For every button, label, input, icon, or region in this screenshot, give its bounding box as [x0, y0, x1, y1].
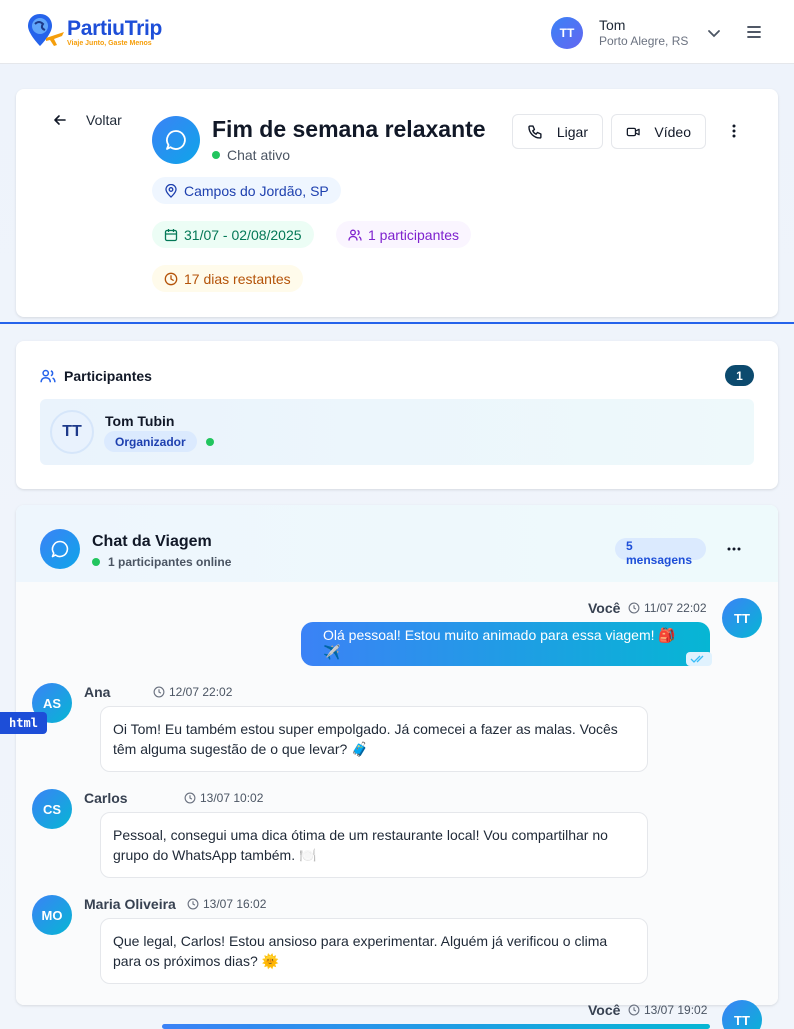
message-circle-icon: [51, 540, 69, 558]
users-icon: [348, 229, 362, 241]
message-avatar: CS: [32, 789, 72, 829]
trip-title: Fim de semana relaxante: [212, 116, 486, 142]
online-count: 1 participantes online: [108, 555, 232, 569]
days-left-label: 17 dias restantes: [184, 270, 291, 287]
section-divider: [0, 322, 794, 324]
message-circle-icon: [166, 130, 186, 150]
location-chip: Campos do Jordão, SP: [152, 177, 341, 204]
clock-icon: [187, 898, 199, 910]
chat-status-label: Chat ativo: [227, 147, 291, 163]
days-left-chip: 17 dias restantes: [152, 265, 303, 292]
phone-icon: [528, 124, 542, 139]
chat-options-icon[interactable]: [726, 541, 742, 557]
message-sender: Carlos S: [84, 790, 128, 808]
participants-label: 1 participantes: [368, 226, 460, 243]
message-sender: Você: [588, 1002, 621, 1018]
message-time: 13/07 19:02: [628, 1003, 707, 1017]
more-options-icon[interactable]: [726, 122, 742, 140]
users-icon: [40, 369, 56, 383]
participants-heading: Participantes: [40, 368, 152, 384]
trip-header-card: Voltar Fim de semana relaxante Chat ativ…: [16, 89, 778, 317]
clock-icon: [628, 602, 640, 614]
message-count-badge: 5 mensagens: [615, 538, 706, 567]
message-bubble[interactable]: Oi Tom! Eu também estou super empolgado.…: [100, 706, 648, 772]
message-sender: Maria Oliveira: [84, 896, 176, 912]
online-dot: [206, 438, 214, 446]
location-label: Campos do Jordão, SP: [184, 182, 329, 199]
read-receipt-icon: [686, 652, 712, 666]
participant-row[interactable]: TT Tom Tubin Organizador: [40, 399, 754, 465]
logo-icon[interactable]: [26, 12, 66, 52]
message-time: 13/07 16:02: [187, 897, 266, 911]
brand-name[interactable]: PartiuTrip: [67, 17, 162, 41]
trip-chat-icon: [152, 116, 200, 164]
chevron-down-icon[interactable]: [706, 25, 722, 41]
message-time: 13/07 10:02: [184, 791, 263, 805]
chat-title: Chat da Viagem: [92, 533, 212, 550]
message-timestamp: 13/07 10:02: [200, 791, 264, 805]
message-avatar: MO: [32, 895, 72, 935]
message-bubble[interactable]: Que legal, Carlos! Estou ansioso para ex…: [100, 918, 648, 984]
message-timestamp: 12/07 22:02: [169, 685, 233, 699]
message-bubble-own[interactable]: [162, 1024, 710, 1029]
video-camera-icon: [626, 127, 640, 136]
message-bubble[interactable]: Pessoal, consegui uma dica ótima de um r…: [100, 812, 648, 878]
call-button[interactable]: Ligar: [512, 114, 603, 149]
chat-status: Chat ativo: [212, 147, 290, 163]
participant-avatar: TT: [50, 410, 94, 454]
message-time: 11/07 22:02: [628, 601, 707, 615]
participants-card: Participantes 1 TT Tom Tubin Organizador: [16, 341, 778, 489]
status-dot: [212, 151, 220, 159]
online-dot: [92, 558, 100, 566]
chat-header: Chat da Viagem 1 participantes online 5 …: [16, 505, 778, 582]
video-label: Vídeo: [654, 123, 691, 140]
arrow-left-icon: [54, 115, 66, 125]
user-location: Porto Alegre, RS: [599, 34, 689, 48]
chat-header-icon: [40, 529, 80, 569]
clock-icon: [628, 1004, 640, 1016]
chat-card: Chat da Viagem 1 participantes online 5 …: [16, 505, 778, 1005]
brand-tagline: Viaje Junto, Gaste Menos: [67, 40, 152, 47]
hamburger-menu-icon[interactable]: [744, 22, 764, 42]
dates-label: 31/07 - 02/08/2025: [184, 226, 302, 243]
message-time: 12/07 22:02: [153, 685, 232, 699]
app-header: PartiuTrip Viaje Junto, Gaste Menos TT T…: [0, 0, 794, 64]
user-avatar[interactable]: TT: [551, 17, 583, 49]
participants-count-badge: 1: [725, 365, 754, 386]
participants-title: Participantes: [64, 368, 152, 384]
clock-icon: [153, 686, 165, 698]
dates-chip: 31/07 - 02/08/2025: [152, 221, 314, 248]
message-list[interactable]: Você 11/07 22:02 TT Olá pessoal! Estou m…: [16, 582, 778, 1005]
call-label: Ligar: [556, 123, 588, 140]
map-pin-icon: [165, 183, 177, 198]
message-avatar: TT: [722, 598, 762, 638]
message-sender: Você: [588, 600, 621, 616]
participant-role-badge: Organizador: [104, 431, 197, 452]
video-button[interactable]: Vídeo: [611, 114, 706, 149]
message-timestamp: 11/07 22:02: [644, 601, 707, 615]
html-debug-tag: html: [0, 712, 47, 734]
back-button[interactable]: Voltar: [52, 105, 122, 135]
message-timestamp: 13/07 19:02: [644, 1003, 708, 1017]
calendar-icon: [164, 228, 178, 241]
participants-chip: 1 participantes: [336, 221, 472, 248]
message-timestamp: 13/07 16:02: [203, 897, 267, 911]
user-name[interactable]: Tom: [599, 17, 625, 33]
back-label: Voltar: [86, 112, 122, 128]
participant-name: Tom Tubin: [105, 413, 175, 429]
clock-icon: [164, 272, 178, 285]
online-status: 1 participantes online: [92, 555, 231, 569]
message-sender: Ana S: [84, 684, 111, 702]
clock-icon: [184, 792, 196, 804]
message-bubble-own[interactable]: Olá pessoal! Estou muito animado para es…: [301, 622, 710, 666]
